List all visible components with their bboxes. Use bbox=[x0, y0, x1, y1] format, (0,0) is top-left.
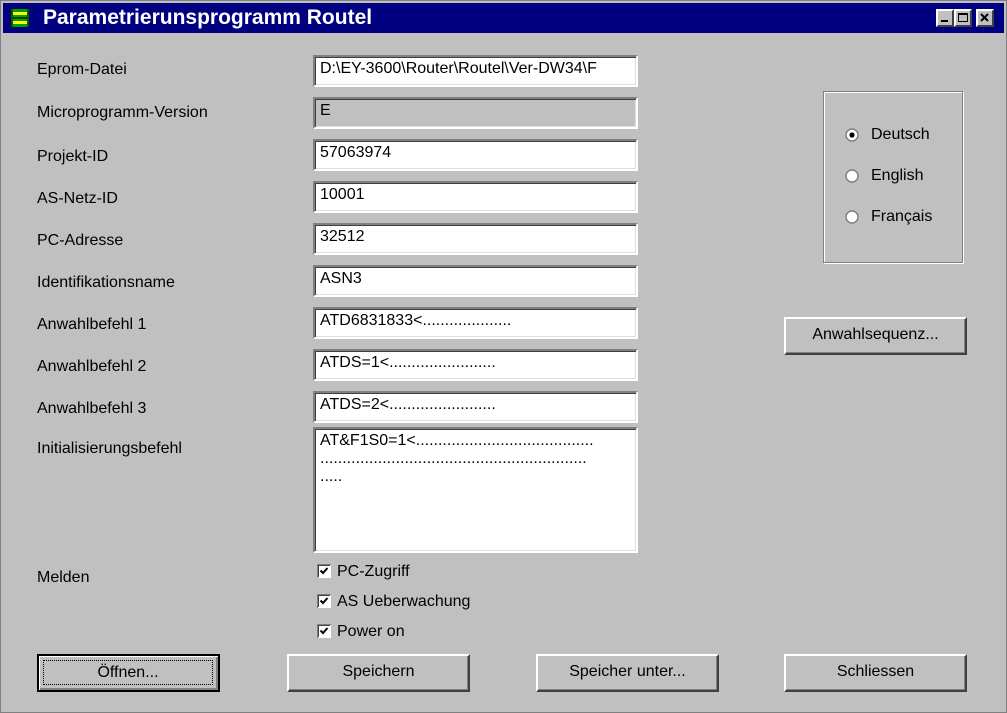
schliessen-button[interactable]: Schliessen bbox=[784, 654, 967, 692]
anwahlbefehl-3-label: Anwahlbefehl 3 bbox=[37, 400, 147, 417]
title-bar[interactable]: Parametrierunsprogramm Routel bbox=[3, 3, 1004, 33]
checkbox-checked-icon bbox=[317, 564, 331, 578]
initialisierungsbefehl-label: Initialisierungsbefehl bbox=[37, 440, 182, 457]
close-icon bbox=[980, 13, 989, 22]
identifikationsname-label: Identifikationsname bbox=[37, 274, 175, 291]
as-netz-id-field[interactable]: 10001 bbox=[313, 181, 638, 213]
anwahlbefehl-2-field[interactable]: ATDS=1<........................ bbox=[313, 349, 638, 381]
checkbox-label: PC-Zugriff bbox=[337, 563, 410, 580]
pc-adresse-field[interactable]: 32512 bbox=[313, 223, 638, 255]
projekt-id-label: Projekt-ID bbox=[37, 148, 109, 165]
anwahlbefehl-1-label: Anwahlbefehl 1 bbox=[37, 316, 147, 333]
eprom-datei-label: Eprom-Datei bbox=[37, 61, 127, 78]
init-line: AT&F1S0=1<..............................… bbox=[320, 432, 594, 449]
oeffnen-button-label: Öffnen... bbox=[43, 660, 213, 685]
radio-label: English bbox=[871, 167, 924, 184]
anwahlsequenz-button[interactable]: Anwahlsequenz... bbox=[784, 317, 967, 355]
speichern-unter-button[interactable]: Speicher unter... bbox=[536, 654, 719, 692]
maximize-button[interactable] bbox=[954, 9, 972, 27]
oeffnen-button[interactable]: Öffnen... bbox=[37, 654, 220, 692]
minimize-button[interactable] bbox=[936, 9, 954, 27]
speichern-button[interactable]: Speichern bbox=[287, 654, 470, 692]
eprom-datei-field[interactable]: D:\EY-3600\Router\Routel\Ver-DW34\F bbox=[313, 55, 638, 87]
checkbox-label: Power on bbox=[337, 623, 405, 640]
maximize-icon bbox=[958, 13, 968, 22]
projekt-id-field[interactable]: 57063974 bbox=[313, 139, 638, 171]
pc-adresse-label: PC-Adresse bbox=[37, 232, 124, 249]
init-line: ..... bbox=[320, 468, 343, 485]
melden-label: Melden bbox=[37, 569, 90, 586]
radio-label: Français bbox=[871, 208, 933, 225]
as-netz-id-label: AS-Netz-ID bbox=[37, 190, 118, 207]
identifikationsname-field[interactable]: ASN3 bbox=[313, 265, 638, 297]
close-button[interactable] bbox=[976, 9, 994, 27]
radio-label: Deutsch bbox=[871, 126, 930, 143]
app-icon[interactable] bbox=[11, 9, 29, 27]
init-line: ........................................… bbox=[320, 450, 587, 467]
checkbox-checked-icon bbox=[317, 624, 331, 638]
anwahlbefehl-3-field[interactable]: ATDS=2<........................ bbox=[313, 391, 638, 423]
initialisierungsbefehl-field[interactable]: AT&F1S0=1<..............................… bbox=[313, 427, 638, 553]
main-window: Parametrierunsprogramm Routel Eprom-Date… bbox=[0, 0, 1007, 713]
checkbox-checked-icon bbox=[317, 594, 331, 608]
checkbox-label: AS Ueberwachung bbox=[337, 593, 471, 610]
minimize-icon bbox=[941, 20, 948, 22]
radio-unselected-icon bbox=[845, 210, 859, 224]
microprogramm-version-label: Microprogramm-Version bbox=[37, 104, 208, 121]
radio-selected-icon bbox=[845, 128, 859, 142]
anwahlbefehl-2-label: Anwahlbefehl 2 bbox=[37, 358, 147, 375]
radio-unselected-icon bbox=[845, 169, 859, 183]
window-title: Parametrierunsprogramm Routel bbox=[43, 6, 373, 29]
microprogramm-version-field: E bbox=[313, 97, 638, 129]
anwahlbefehl-1-field[interactable]: ATD6831833<.................... bbox=[313, 307, 638, 339]
